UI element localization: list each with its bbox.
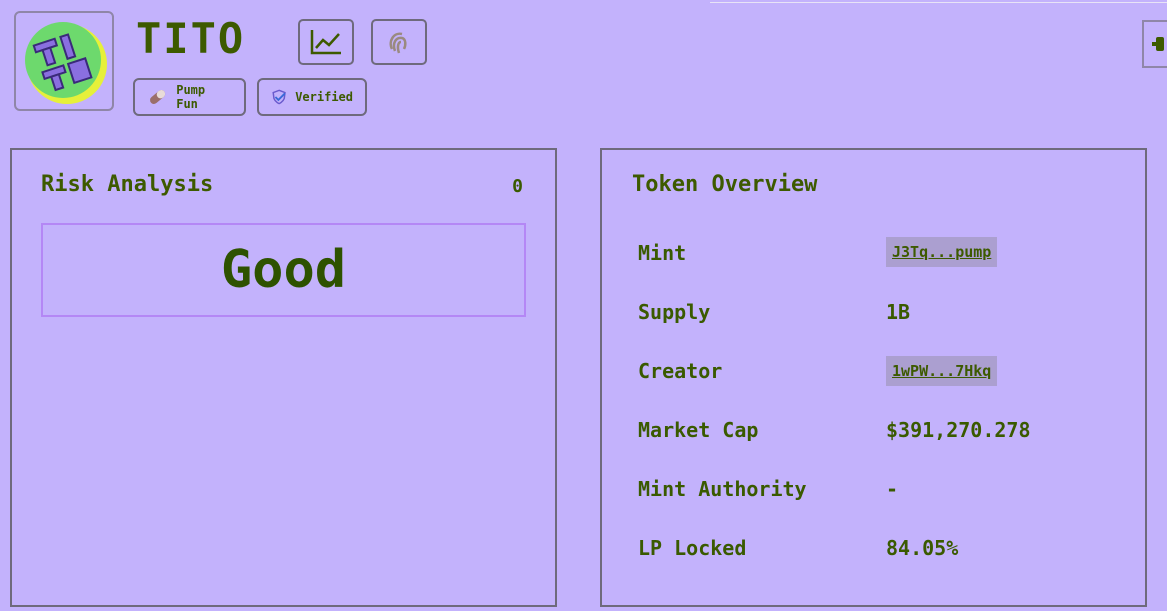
risk-score: 0 bbox=[512, 176, 523, 197]
mint-address-link[interactable]: J3Tq...pump bbox=[886, 237, 998, 267]
token-logo bbox=[14, 11, 114, 111]
risk-analysis-title: Risk Analysis bbox=[41, 172, 214, 197]
fingerprint-button[interactable] bbox=[371, 19, 427, 65]
token-overview-title: Token Overview bbox=[632, 172, 818, 197]
mint-authority-value: - bbox=[886, 477, 899, 501]
exit-icon bbox=[1152, 37, 1164, 51]
lp-locked-label: LP Locked bbox=[638, 536, 747, 560]
risk-rating-box: Good bbox=[41, 223, 526, 317]
pill-icon bbox=[150, 90, 166, 104]
mint-label: Mint bbox=[638, 241, 687, 265]
token-title: TITO bbox=[136, 14, 246, 63]
pump-fun-label: Pump Fun bbox=[176, 83, 206, 111]
lp-locked-value: 84.05% bbox=[886, 536, 959, 560]
pump-fun-badge[interactable]: Pump Fun bbox=[133, 78, 246, 116]
tito-logo-icon bbox=[25, 22, 107, 104]
chart-icon bbox=[310, 30, 341, 55]
supply-value: 1B bbox=[886, 300, 911, 324]
mint-authority-label: Mint Authority bbox=[638, 477, 807, 501]
market-cap-label: Market Cap bbox=[638, 418, 759, 442]
creator-address-link[interactable]: 1wPW...7Hkq bbox=[886, 356, 998, 386]
supply-label: Supply bbox=[638, 300, 711, 324]
verified-badge[interactable]: Verified bbox=[257, 78, 367, 116]
creator-label: Creator bbox=[638, 359, 723, 383]
chart-button[interactable] bbox=[298, 19, 354, 65]
risk-analysis-panel: Risk Analysis 0 Good bbox=[10, 148, 557, 607]
risk-rating: Good bbox=[220, 240, 347, 300]
market-cap-value: $391,270.278 bbox=[886, 418, 1031, 442]
fingerprint-icon bbox=[389, 32, 407, 54]
verified-shield-icon bbox=[272, 89, 286, 105]
verified-label: Verified bbox=[295, 90, 353, 104]
top-divider bbox=[710, 2, 1167, 3]
token-overview-panel: Token Overview Mint J3Tq...pump Supply 1… bbox=[600, 148, 1147, 607]
exit-button[interactable] bbox=[1142, 20, 1167, 68]
